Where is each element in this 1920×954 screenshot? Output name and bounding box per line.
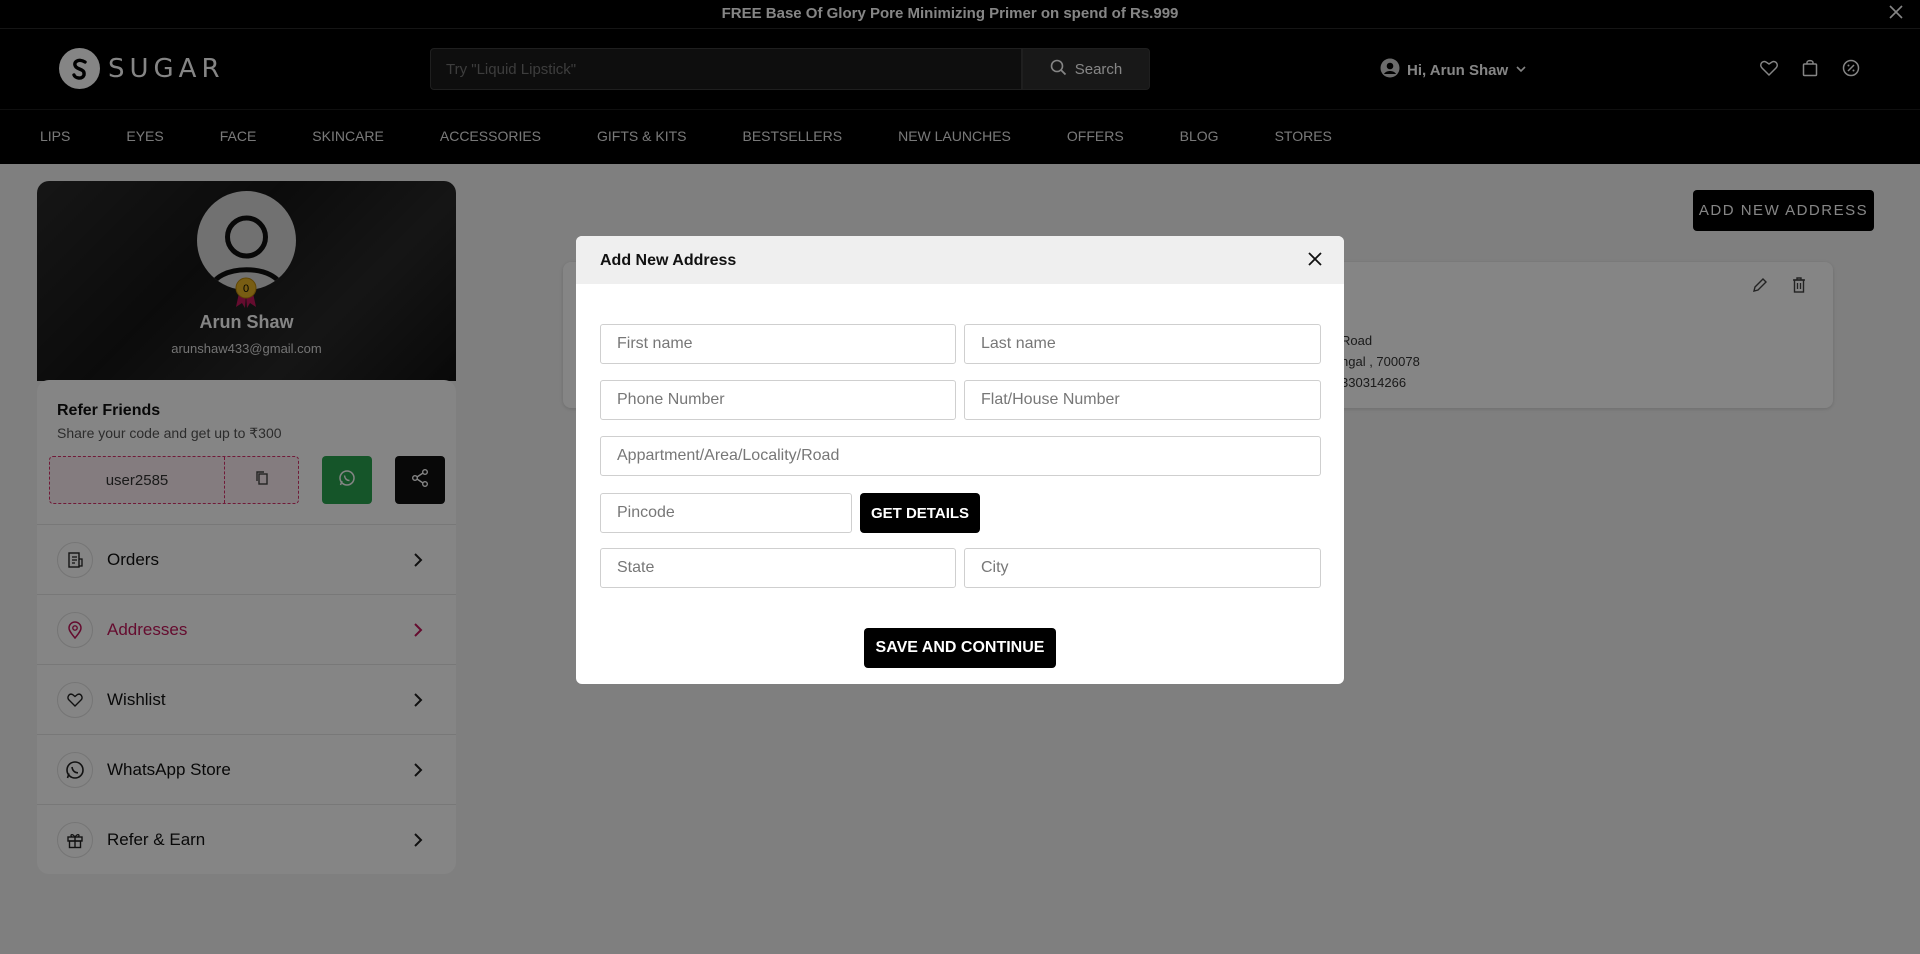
- flat-house-number-field[interactable]: [964, 380, 1321, 420]
- save-and-continue-button[interactable]: SAVE AND CONTINUE: [864, 628, 1056, 668]
- last-name-field[interactable]: [964, 324, 1321, 364]
- modal-header: Add New Address: [576, 236, 1344, 284]
- add-address-modal: Add New Address GET DETAILS SAVE AND CON…: [576, 236, 1344, 684]
- state-field[interactable]: [600, 548, 956, 588]
- phone-number-field[interactable]: [600, 380, 956, 420]
- city-field[interactable]: [964, 548, 1321, 588]
- pincode-field[interactable]: [600, 493, 852, 533]
- modal-title: Add New Address: [600, 252, 737, 269]
- area-locality-field[interactable]: [600, 436, 1321, 476]
- first-name-field[interactable]: [600, 324, 956, 364]
- close-icon[interactable]: [1304, 248, 1326, 270]
- get-details-button[interactable]: GET DETAILS: [860, 493, 980, 533]
